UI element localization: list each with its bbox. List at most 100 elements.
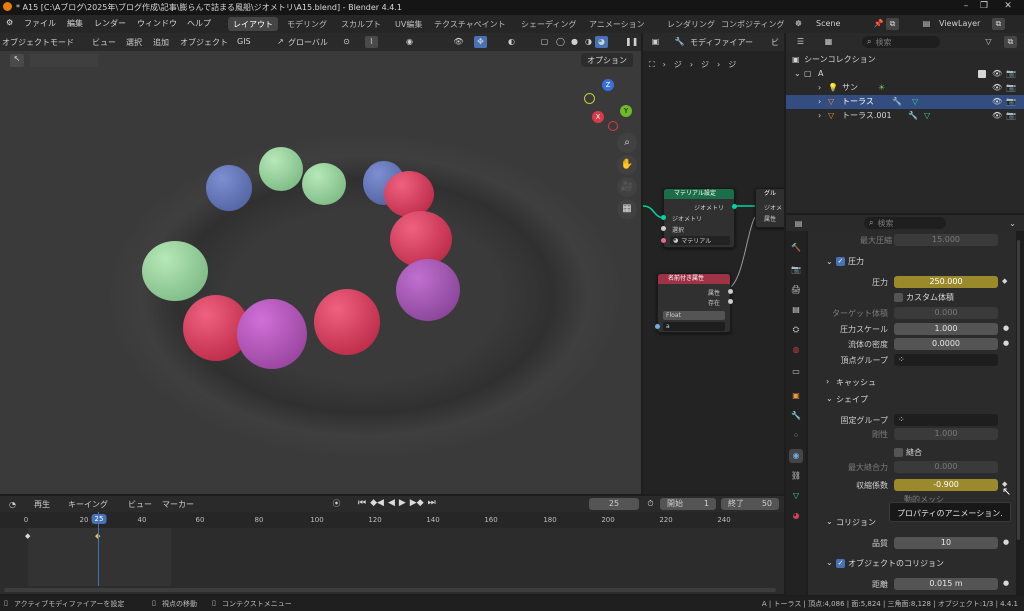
current-frame-field[interactable]: 25 (589, 498, 639, 510)
timeline-view-menu[interactable]: ビュー (128, 499, 152, 510)
pressure-panel-title[interactable]: 圧力 (848, 256, 864, 267)
outliner-row-torus[interactable]: › ▽ トーラス 🔧 ▽ 👁 📷 (786, 95, 1024, 109)
eye-icon[interactable]: 👁 (992, 109, 1002, 123)
distance-field[interactable]: 0.015 m (894, 578, 998, 590)
tab-layout[interactable]: レイアウト (228, 17, 278, 31)
keyframe-dot-icon[interactable]: ● (1003, 538, 1009, 546)
attribute-name-field[interactable]: a (663, 322, 725, 331)
node-named-attribute[interactable]: 名前付き属性 属性 存在 Float a (655, 273, 733, 333)
outliner-row-torus-001[interactable]: › ▽ トーラス.001 🔧 ▽ 👁 📷 (786, 109, 1024, 123)
menu-file[interactable]: ファイル (24, 18, 56, 29)
collapse-chevron-icon[interactable]: ⌄ (794, 67, 801, 81)
timeline-scrollbar[interactable] (4, 588, 776, 592)
axis-z-icon[interactable]: Z (602, 79, 614, 91)
pivot-icon[interactable]: ⊙ (340, 36, 353, 48)
playhead-frame-label[interactable]: 25 (91, 514, 107, 524)
pin-icon[interactable]: 📌 (872, 18, 885, 30)
tool-tab-icon[interactable]: 🔨 (789, 241, 803, 255)
node-view-menu[interactable]: ビ (771, 37, 779, 48)
tab-uv[interactable]: UV編集 (390, 17, 427, 31)
start-frame-field[interactable]: 開始 1 (660, 498, 716, 510)
axis-x-icon[interactable]: X (592, 111, 604, 123)
cache-panel-title[interactable]: キャッシュ (836, 377, 876, 388)
constraints-tab-icon[interactable]: ⛓ (789, 469, 803, 483)
expand-chevron-icon[interactable]: › (818, 95, 821, 109)
data-type-dropdown[interactable]: Float (663, 311, 725, 320)
node-editor[interactable]: ⛶ › ジ › ジ › ジ マテリアル設定 ジオメトリ ジオメトリ 選択 ◕ マ… (643, 51, 784, 494)
play-reverse-icon[interactable]: ◀ (388, 498, 395, 508)
shape-panel-title[interactable]: シェイプ (836, 394, 868, 405)
jump-keyframe-back-icon[interactable]: ◆◀ (370, 498, 384, 508)
checkbox-icon[interactable] (978, 70, 986, 78)
particles-tab-icon[interactable]: ⁘ (789, 429, 803, 443)
menu-edit[interactable]: 編集 (67, 18, 83, 29)
scene-name[interactable]: Scene (816, 19, 840, 28)
orientation-dropdown[interactable]: グローバル (288, 37, 328, 48)
camera-view-icon[interactable]: 🎥 (617, 177, 637, 197)
fluid-density-field[interactable]: 0.0000 (894, 338, 998, 350)
end-frame-field[interactable]: 終了 50 (721, 498, 779, 510)
collapse-chevron-icon[interactable]: ⌄ (826, 517, 833, 526)
tab-texture-paint[interactable]: テクスチャペイント (429, 17, 511, 31)
tab-animation[interactable]: アニメーション (584, 17, 650, 31)
properties-scrollbar[interactable] (1017, 240, 1020, 540)
object-tab-icon[interactable]: ▣ (789, 389, 803, 403)
view-layer-name[interactable]: ViewLayer (939, 19, 980, 28)
timeline-type-icon[interactable]: ◔ (6, 499, 19, 511)
playback-menu[interactable]: 再生 (34, 499, 50, 510)
vertex-group-field[interactable]: ⁘ (894, 354, 998, 366)
gizmo-icon[interactable]: ✥ (474, 36, 487, 48)
node-set-material-title[interactable]: マテリアル設定 (664, 189, 734, 199)
select-tool-icon[interactable]: ↖ (10, 54, 24, 67)
keyframe-diamond-icon[interactable]: ◆ (25, 532, 30, 540)
ortho-grid-icon[interactable]: ▦ (617, 199, 637, 219)
object-collision-panel-title[interactable]: オブジェクトのコリジョン (848, 558, 944, 569)
modifier-dropdown[interactable]: モディファイアー (690, 37, 753, 48)
pressure-field[interactable]: 250.000 (894, 276, 998, 288)
balloon-blue-1[interactable] (206, 165, 252, 211)
target-volume-field[interactable]: 0.000 (894, 307, 998, 319)
output-socket-icon[interactable] (728, 299, 733, 304)
max-sewing-field[interactable]: 0.000 (894, 461, 998, 473)
scene-tab-icon[interactable]: ⛭ (789, 323, 803, 337)
render-tab-icon[interactable]: 📷 (789, 263, 803, 277)
menu-render[interactable]: レンダー (94, 18, 126, 29)
balloon-green-3[interactable] (142, 241, 208, 301)
sewing-checkbox[interactable] (894, 448, 903, 457)
balloon-purple-1[interactable] (396, 259, 460, 321)
menu-gis[interactable]: GIS (237, 37, 251, 46)
eye-icon[interactable]: 👁 (992, 95, 1002, 109)
modifier-icon[interactable]: 🔧 (673, 36, 686, 48)
editor-type-icon[interactable]: ▣ (649, 36, 662, 48)
balloon-purple-2[interactable] (237, 299, 307, 369)
snap-icon[interactable]: ⌇ (365, 36, 378, 48)
output-socket-icon[interactable] (732, 204, 737, 209)
keyframe-dot-icon[interactable]: ● (1003, 579, 1009, 587)
shrink-field[interactable]: -0.900 (894, 479, 998, 491)
keyframe-diamond-icon[interactable]: ◆ (1002, 277, 1007, 285)
filter-icon[interactable]: ▽ (982, 36, 995, 48)
balloon-red-1[interactable] (384, 171, 434, 217)
node-named-attribute-title[interactable]: 名前付き属性 (658, 274, 730, 284)
minimize-icon[interactable]: – (956, 1, 976, 11)
outliner[interactable]: ▣ シーンコレクション ⌄ ▢ A 👁 📷 › 💡 サン ☀ 👁 📷 › ▽ ト… (786, 51, 1024, 213)
jump-keyframe-forward-icon[interactable]: ▶◆ (410, 498, 424, 508)
input-socket-icon[interactable] (661, 226, 666, 231)
collapse-chevron-icon[interactable]: ⌄ (826, 558, 833, 567)
zoom-icon[interactable]: ⌕ (617, 133, 637, 153)
output-socket-icon[interactable] (728, 289, 733, 294)
xray-icon[interactable]: ▢ (538, 36, 551, 48)
keyframe-dot-icon[interactable]: ● (1003, 339, 1009, 347)
collapse-chevron-icon[interactable]: ⌄ (826, 257, 833, 266)
marker-menu[interactable]: マーカー (162, 499, 194, 510)
new-collection-icon[interactable]: ⧉ (1004, 36, 1017, 48)
properties-options-icon[interactable]: ⌄ (1006, 218, 1019, 230)
new-scene-icon[interactable]: ⧉ (886, 18, 899, 30)
node-group-title[interactable]: グル (756, 189, 784, 199)
world-tab-icon[interactable]: ◍ (789, 343, 803, 357)
outliner-row-sun[interactable]: › 💡 サン ☀ 👁 📷 (786, 81, 1024, 95)
expand-chevron-icon[interactable]: › (818, 81, 821, 95)
quality-field[interactable]: 10 (894, 537, 998, 549)
properties-type-icon[interactable]: ▤ (792, 218, 805, 230)
axis-neg-x-icon[interactable] (608, 121, 618, 131)
